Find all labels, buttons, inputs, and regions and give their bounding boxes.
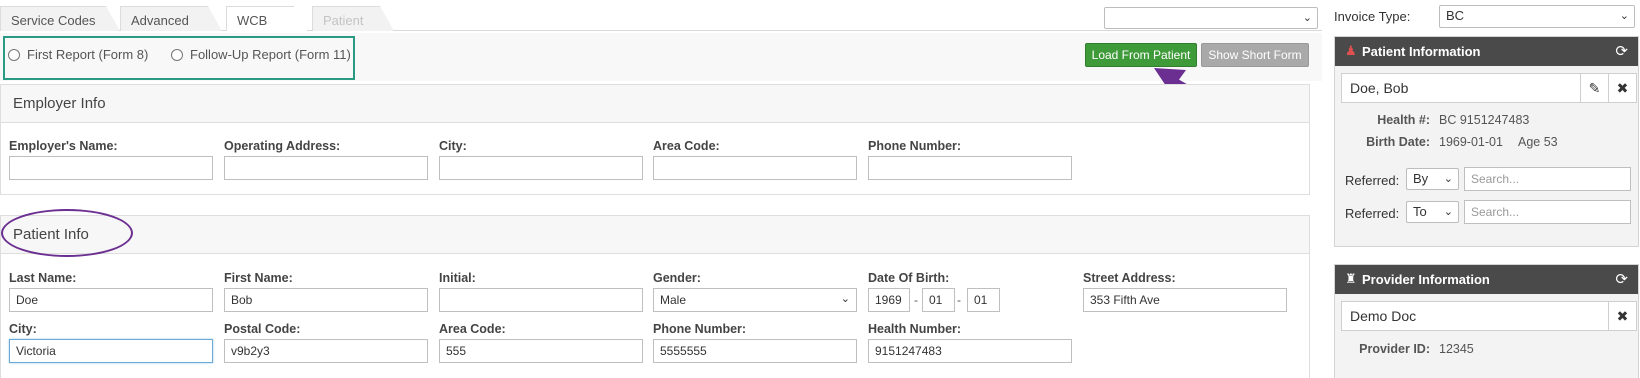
birth-date-key: Birth Date:: [1366, 135, 1430, 149]
tab-label: Patient: [323, 13, 364, 28]
referred-to-value: To: [1413, 204, 1427, 219]
provider-id-key: Provider ID:: [1359, 342, 1430, 356]
operating-address-input[interactable]: [224, 156, 428, 180]
last-name-label: Last Name:: [9, 271, 77, 285]
patient-info-header: Patient Info: [1, 216, 1309, 254]
last-name-input[interactable]: Doe: [9, 288, 213, 312]
referred-by-label: Referred:: [1345, 173, 1400, 188]
edit-pencil-icon[interactable]: ✎: [1580, 73, 1609, 103]
patient-city-input[interactable]: Victoria: [9, 339, 213, 363]
patient-city-label: City:: [9, 322, 37, 336]
street-address-input[interactable]: 353 Fifth Ave: [1083, 288, 1287, 312]
first-name-label: First Name:: [224, 271, 293, 285]
dob-year-input[interactable]: 1969: [868, 288, 910, 312]
tab-advanced[interactable]: Advanced: [120, 6, 222, 31]
street-address-label: Street Address:: [1083, 271, 1176, 285]
patient-name-box: Doe, Bob: [1341, 73, 1581, 103]
provider-id-value: 12345: [1439, 342, 1474, 356]
patient-area-code-input[interactable]: 555: [439, 339, 643, 363]
employer-area-code-label: Area Code:: [653, 139, 720, 153]
refresh-icon[interactable]: ⟳: [1615, 42, 1628, 60]
patient-info-panel: Patient Info Last Name: Doe First Name: …: [0, 215, 1310, 378]
close-icon[interactable]: ✖: [1608, 301, 1637, 331]
first-name-input[interactable]: Bob: [224, 288, 428, 312]
tab-service-codes[interactable]: Service Codes: [0, 6, 120, 31]
tab-patient: Patient: [312, 6, 394, 31]
chevron-down-icon: ⌄: [840, 293, 850, 305]
patient-phone-input[interactable]: 5555555: [653, 339, 857, 363]
provider-information-header: ♜ Provider Information ⟳: [1335, 265, 1638, 294]
highlight-box: [3, 36, 355, 80]
operating-address-label: Operating Address:: [224, 139, 341, 153]
employer-phone-label: Phone Number:: [868, 139, 962, 153]
patient-area-code-label: Area Code:: [439, 322, 506, 336]
referred-by-search[interactable]: Search...: [1464, 167, 1631, 191]
gender-value: Male: [660, 293, 687, 307]
tab-label: WCB: [237, 13, 268, 28]
invoice-type-value: BC: [1446, 8, 1465, 23]
employer-name-input[interactable]: [9, 156, 213, 180]
chevron-down-icon: ⌄: [1443, 206, 1453, 218]
user-icon: ♟: [1345, 43, 1357, 58]
initial-label: Initial:: [439, 271, 476, 285]
invoice-type-label: Invoice Type:: [1334, 9, 1411, 24]
health-number-label: Health Number:: [868, 322, 962, 336]
referred-by-value: By: [1413, 171, 1429, 186]
gender-select[interactable]: Male ⌄: [653, 288, 857, 312]
patient-information-card: ♟ Patient Information ⟳ Doe, Bob ✎ ✖ Hea…: [1334, 36, 1639, 247]
dob-separator: -: [914, 293, 918, 307]
tab-label: Advanced: [131, 13, 189, 28]
health-number-input[interactable]: 9151247483: [868, 339, 1072, 363]
patient-phone-label: Phone Number:: [653, 322, 747, 336]
close-icon[interactable]: ✖: [1608, 73, 1637, 103]
top-select[interactable]: ⌄: [1104, 7, 1318, 29]
provider-information-title: Provider Information: [1362, 272, 1490, 287]
employer-info-title: Employer Info: [13, 95, 106, 112]
employer-city-label: City:: [439, 139, 467, 153]
gender-label: Gender:: [653, 271, 701, 285]
tab-wcb[interactable]: WCB: [226, 6, 308, 31]
dob-label: Date Of Birth:: [868, 271, 950, 285]
health-number-value: BC 9151247483: [1439, 113, 1530, 127]
referred-to-select[interactable]: To ⌄: [1406, 201, 1459, 223]
invoice-type-select[interactable]: BC ⌄: [1439, 5, 1635, 28]
age-value: Age 53: [1518, 135, 1558, 149]
patient-information-title: Patient Information: [1362, 44, 1481, 59]
employer-name-label: Employer's Name:: [9, 139, 118, 153]
employer-info-header: Employer Info: [1, 85, 1309, 123]
provider-icon: ♜: [1345, 271, 1357, 286]
referred-to-label: Referred:: [1345, 206, 1400, 221]
birth-date-value: 1969-01-01: [1439, 135, 1503, 149]
employer-phone-input[interactable]: [868, 156, 1072, 180]
dob-separator: -: [957, 293, 961, 307]
employer-area-code-input[interactable]: [653, 156, 857, 180]
annotation-oval: [1, 209, 133, 257]
tab-label: Service Codes: [11, 13, 96, 28]
refresh-icon[interactable]: ⟳: [1615, 270, 1628, 288]
postal-code-input[interactable]: v9b2y3: [224, 339, 428, 363]
chevron-down-icon: ⌄: [1619, 10, 1629, 22]
postal-code-label: Postal Code:: [224, 322, 301, 336]
employer-city-input[interactable]: [439, 156, 643, 180]
provider-information-card: ♜ Provider Information ⟳ Demo Doc ✖ Prov…: [1334, 264, 1639, 378]
dob-month-input[interactable]: 01: [922, 288, 955, 312]
dob-day-input[interactable]: 01: [967, 288, 1000, 312]
chevron-down-icon: ⌄: [1302, 12, 1312, 24]
patient-information-header: ♟ Patient Information ⟳: [1335, 37, 1638, 66]
referred-to-search[interactable]: Search...: [1464, 200, 1631, 224]
referred-by-select[interactable]: By ⌄: [1406, 168, 1459, 190]
employer-info-panel: Employer Info Employer's Name: Operating…: [0, 84, 1310, 195]
provider-name-box: Demo Doc: [1341, 301, 1609, 331]
health-number-key: Health #:: [1377, 113, 1430, 127]
chevron-down-icon: ⌄: [1443, 173, 1453, 185]
initial-input[interactable]: [439, 288, 643, 312]
